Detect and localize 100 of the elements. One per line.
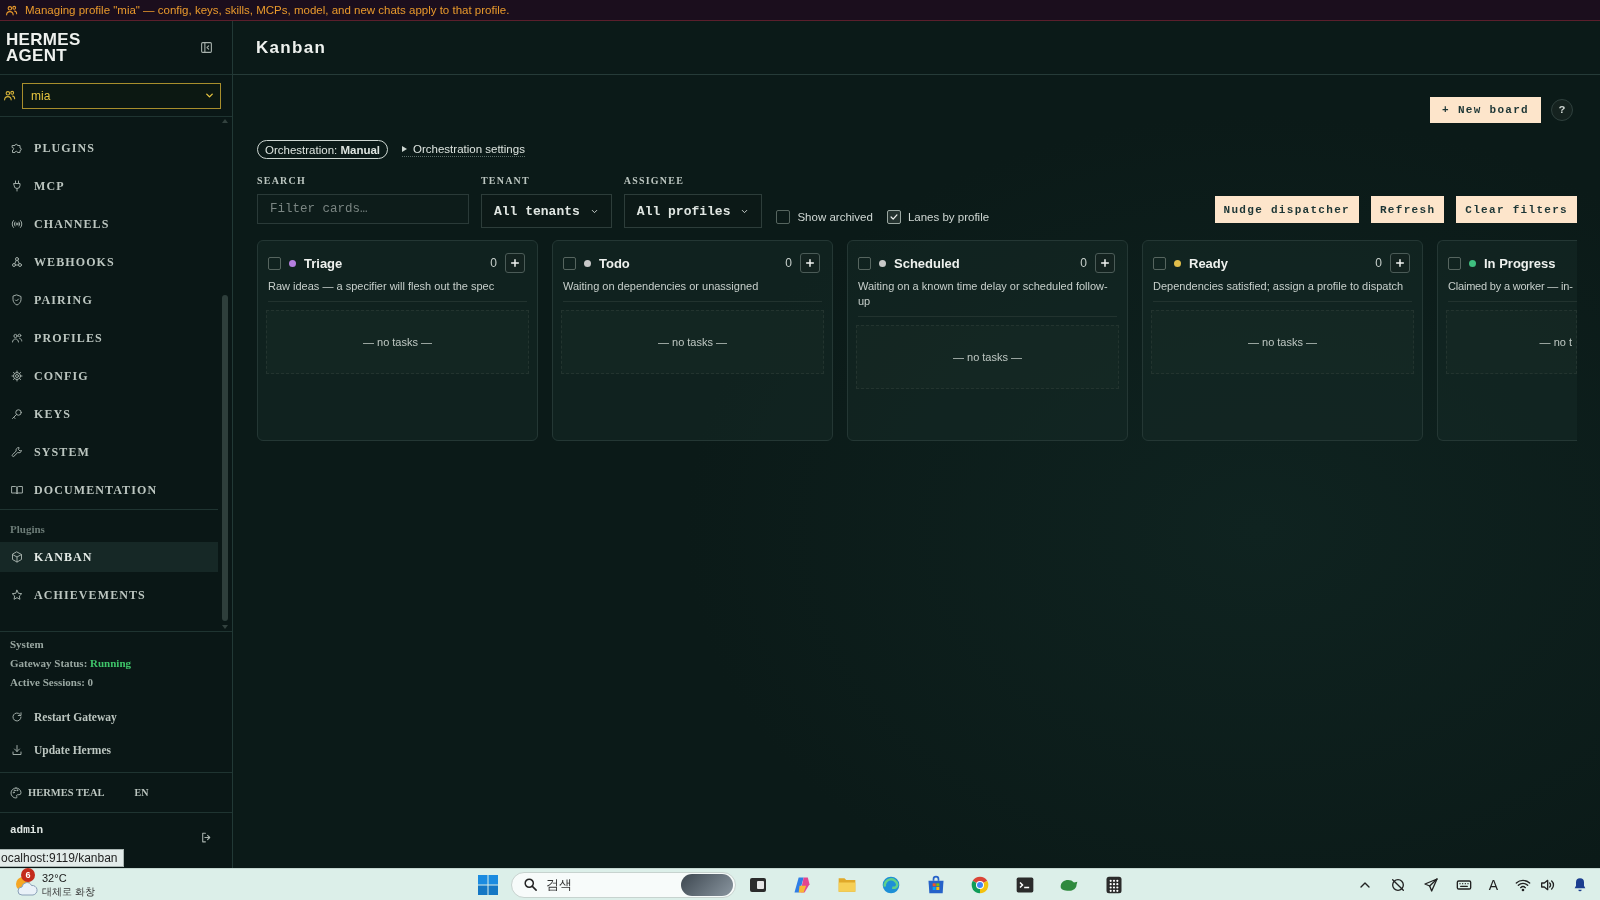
- key-icon: [11, 408, 23, 420]
- checkbox[interactable]: [1448, 256, 1461, 270]
- photo-placeholder: [680, 873, 733, 896]
- weather-temperature: 32°C: [42, 871, 68, 885]
- nav-link[interactable]: PROFILES: [0, 319, 218, 357]
- toolbar-button[interactable]: Nudge dispatcher: [1214, 196, 1359, 223]
- banner-text: Managing profile "mia" — config, keys, skills, MCPs, model, and new chats apply to that profile.: [25, 4, 510, 16]
- nav-link[interactable]: CONFIG: [0, 357, 218, 395]
- profile-select[interactable]: mia: [22, 82, 221, 109]
- nav-link[interactable]: ACHIEVEMENTS: [0, 580, 218, 610]
- column-title: Scheduled: [894, 255, 960, 271]
- nav-link[interactable]: DOCUMENTATION: [0, 471, 218, 509]
- orchestration-settings-toggle[interactable]: Orchestration settings: [402, 142, 525, 157]
- nav-link[interactable]: MCP: [0, 167, 218, 205]
- search-field[interactable]: Filter cards…: [257, 194, 469, 224]
- shield-icon: [11, 294, 23, 306]
- checkmark-icon: [888, 212, 899, 222]
- settings-icon: [11, 370, 23, 382]
- checkbox[interactable]: [776, 210, 791, 224]
- users-icon: [3, 89, 16, 102]
- system-heading: System: [10, 637, 45, 652]
- column-description: Raw ideas — a specifier will flesh out the spec: [268, 279, 527, 302]
- checkbox-label: Lanes by profile: [907, 211, 990, 223]
- send-icon[interactable]: [1422, 876, 1439, 893]
- download-icon: [11, 743, 23, 756]
- column-description: Waiting on dependencies or unassigned: [563, 279, 822, 302]
- wrench-icon: [11, 446, 23, 458]
- bell-icon[interactable]: [1572, 876, 1588, 893]
- empty-message: — no tasks —: [362, 336, 433, 348]
- input-indicator[interactable]: A: [1488, 876, 1498, 893]
- plus-icon: [805, 258, 815, 268]
- help-button[interactable]: ?: [1551, 99, 1573, 121]
- task-count: 0: [785, 256, 792, 270]
- tenant-select[interactable]: All tenants: [481, 194, 612, 228]
- sidebar-collapse-icon[interactable]: [200, 41, 213, 54]
- sidebar-action[interactable]: Update Hermes: [0, 733, 232, 766]
- broadcast-icon: [11, 218, 23, 230]
- nav-link[interactable]: PAIRING: [0, 281, 218, 319]
- disclosure-triangle-icon: [402, 145, 408, 152]
- refresh-icon: [11, 710, 23, 723]
- theme-switcher[interactable]: HERMES TEAL: [10, 786, 105, 799]
- field-label: ASSIGNEE: [623, 174, 685, 187]
- assignee-select[interactable]: All profiles: [623, 194, 763, 228]
- column-title: In Progress: [1484, 255, 1556, 271]
- users-icon: [11, 332, 23, 344]
- nav-link[interactable]: SYSTEM: [0, 433, 218, 471]
- windows-logo-icon[interactable]: [478, 874, 499, 895]
- slashed-circle-icon[interactable]: [1389, 876, 1406, 893]
- puzzle-icon: [11, 142, 23, 154]
- swirl-logo-icon[interactable]: [881, 874, 902, 895]
- weather-condition: 대체로 화창: [42, 884, 95, 898]
- nav-link[interactable]: KANBAN: [0, 542, 218, 572]
- ring-logo-icon[interactable]: [970, 874, 991, 895]
- checkbox[interactable]: [1153, 256, 1166, 270]
- column-title: Ready: [1189, 255, 1229, 271]
- palette-icon: [10, 786, 22, 799]
- open-book-icon: [11, 484, 23, 496]
- chevron-down-icon: [204, 90, 215, 101]
- empty-message: — no t: [1539, 336, 1572, 348]
- taskbar-search-button[interactable]: 검색: [510, 871, 736, 898]
- nav-link[interactable]: PLUGINS: [0, 129, 218, 167]
- checkbox[interactable]: [563, 256, 576, 270]
- toolbar-button[interactable]: Refresh: [1370, 196, 1445, 223]
- logout-icon[interactable]: [200, 831, 213, 844]
- add-card-button[interactable]: [1095, 253, 1115, 273]
- scrollbar[interactable]: [222, 119, 228, 629]
- username: admin: [10, 824, 43, 836]
- checkbox[interactable]: [858, 256, 871, 270]
- add-card-button[interactable]: [1390, 253, 1410, 273]
- gateway-status: Gateway Status: Running: [10, 656, 133, 671]
- add-card-button[interactable]: [505, 253, 525, 273]
- url-status-tooltip: ocalhost:9119/kanban: [0, 849, 124, 867]
- active-sessions: Active Sessions: 0: [10, 675, 95, 690]
- column-description: Claimed by a worker — in-: [1448, 279, 1577, 302]
- checkbox[interactable]: [268, 256, 281, 270]
- checkbox[interactable]: [886, 210, 901, 224]
- task-count: 0: [1080, 256, 1087, 270]
- cube-icon: [11, 551, 23, 563]
- star-icon: [11, 589, 23, 601]
- nav-link[interactable]: CHANNELS: [0, 205, 218, 243]
- add-card-button[interactable]: [800, 253, 820, 273]
- page-title: Kanban: [256, 37, 327, 58]
- empty-message: — no tasks —: [657, 336, 728, 348]
- nav-link[interactable]: KEYS: [0, 395, 218, 433]
- plus-icon: [510, 258, 520, 268]
- field-label: SEARCH: [257, 174, 307, 187]
- new-board-button[interactable]: + New board: [1430, 97, 1541, 123]
- field-label: TENANT: [481, 174, 531, 187]
- users-icon: [5, 3, 18, 17]
- language-toggle[interactable]: EN: [134, 787, 149, 798]
- plus-icon: [1100, 258, 1110, 268]
- plug-icon: [11, 180, 23, 192]
- toolbar-button[interactable]: Clear filters: [1456, 196, 1577, 223]
- empty-message: — no tasks —: [952, 351, 1023, 363]
- checkbox-label: Show archived: [797, 211, 873, 223]
- column-description: Dependencies satisfied; assign a profile to dispatch: [1153, 279, 1412, 302]
- nav-link[interactable]: WEBHOOKS: [0, 243, 218, 281]
- linked-nodes-icon: [11, 256, 23, 268]
- sidebar-action[interactable]: Restart Gateway: [0, 700, 232, 733]
- search-icon: [522, 877, 538, 892]
